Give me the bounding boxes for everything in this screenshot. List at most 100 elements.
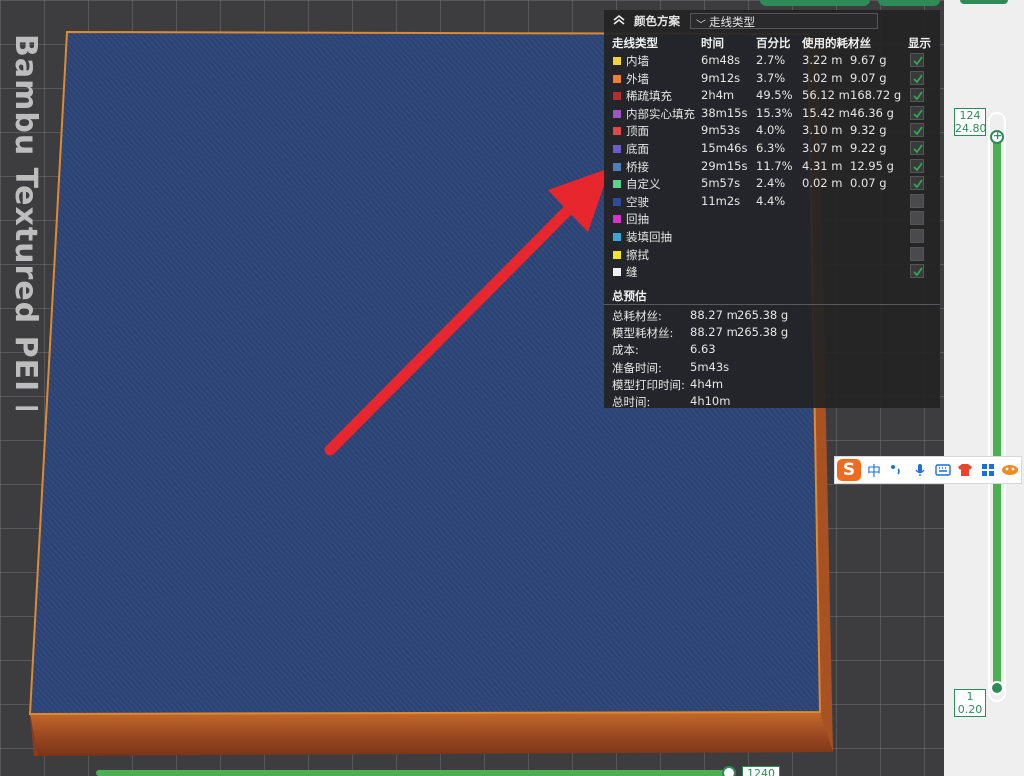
- color-swatch: [613, 74, 621, 83]
- estimate-value-secondary: 265.38 g: [737, 308, 789, 322]
- feature-filament-weight: 9.67 g: [850, 53, 887, 67]
- estimate-divider: [604, 304, 940, 305]
- legend-row: 顶面 9m53s 4.0% 3.10 m 9.32 g: [604, 122, 940, 140]
- feature-percent: 2.7%: [756, 53, 786, 67]
- feature-time: 9m53s: [701, 123, 741, 138]
- color-swatch: [613, 162, 621, 171]
- feature-time: 6m48s: [701, 53, 741, 67]
- ime-toolbar[interactable]: S 中: [834, 456, 1022, 484]
- feature-type-name: 缝: [626, 265, 638, 280]
- color-swatch: [613, 127, 621, 136]
- display-checkbox[interactable]: [910, 70, 924, 85]
- horizontal-move-slider[interactable]: [96, 770, 732, 776]
- legend-row: 稀疏填充 2h4m 49.5% 56.12 m 168.72 g: [604, 87, 940, 105]
- feature-filament-weight: 168.72 g: [850, 88, 902, 103]
- display-checkbox[interactable]: [910, 88, 924, 103]
- ime-language-toggle[interactable]: 中: [867, 461, 881, 481]
- feature-filament-weight: 0.07 g: [850, 176, 887, 191]
- column-header-filament: 使用的耗材丝: [802, 36, 871, 50]
- bottom-layer-label: 1 0.20: [954, 689, 986, 717]
- color-swatch: [613, 145, 621, 153]
- feature-percent: 4.4%: [756, 193, 786, 208]
- sogou-logo[interactable]: S: [837, 459, 861, 481]
- checkmark-icon: [913, 109, 923, 119]
- color-swatch: [613, 180, 621, 189]
- checkmark-icon: [913, 144, 923, 154]
- feature-filament-weight: 9.07 g: [850, 70, 887, 85]
- svg-text:Bambu Textured PEI Plate: Bambu Textured PEI Plate: [8, 34, 43, 410]
- horizontal-slider-label: 1240: [742, 766, 780, 776]
- checkmark-icon: [913, 162, 923, 171]
- display-checkbox[interactable]: [910, 229, 924, 243]
- estimate-label: 成本:: [612, 343, 639, 358]
- checkmark-icon: [913, 126, 923, 136]
- microphone-icon[interactable]: [913, 463, 927, 477]
- estimate-label: 总时间:: [612, 395, 651, 409]
- color-scheme-value: 走线类型: [709, 15, 755, 29]
- display-checkbox[interactable]: [910, 176, 924, 191]
- display-checkbox[interactable]: [910, 264, 924, 279]
- display-checkbox[interactable]: [910, 53, 924, 67]
- estimate-value: 5m43s: [690, 359, 730, 374]
- color-swatch: [613, 197, 621, 206]
- keyboard-icon[interactable]: [935, 463, 951, 477]
- color-swatch: [613, 92, 621, 101]
- color-swatch: [613, 109, 621, 118]
- toolbar-tab[interactable]: [960, 0, 1008, 4]
- 3d-viewport[interactable]: Bambu Textured PEI Plate 1240 颜色方案 ﹀ 走线类…: [0, 0, 944, 776]
- chevron-down-icon: ﹀: [696, 20, 706, 31]
- feature-type-name: 外墙: [626, 71, 649, 86]
- feature-filament-length: 3.02 m: [802, 70, 843, 85]
- feature-time: 2h4m: [701, 88, 735, 103]
- column-header-type: 走线类型: [612, 36, 658, 50]
- estimate-label: 总耗材丝:: [612, 309, 662, 323]
- bottom-layer-number: 1: [966, 690, 974, 703]
- legend-row: 底面 15m46s 6.3% 3.07 m 9.22 g: [604, 140, 940, 158]
- color-swatch: [613, 57, 621, 65]
- feature-time: 38m15s: [701, 105, 748, 120]
- legend-row: 回抽: [604, 210, 940, 228]
- feature-time: 11m2s: [701, 193, 741, 208]
- feature-filament-length: 0.02 m: [802, 176, 843, 191]
- feature-percent: 11.7%: [756, 158, 793, 173]
- color-swatch: [613, 215, 621, 224]
- feature-type-name: 空驶: [626, 194, 649, 209]
- feature-percent: 3.7%: [756, 70, 786, 85]
- column-header-percent: 百分比: [756, 36, 791, 50]
- toolbox-icon[interactable]: [981, 463, 995, 477]
- estimate-value: 88.27 m: [690, 308, 738, 322]
- mascot-icon[interactable]: [1001, 463, 1019, 477]
- punctuation-icon[interactable]: [889, 463, 903, 477]
- color-swatch: [613, 233, 621, 241]
- column-header-display: 显示: [908, 36, 931, 50]
- feature-time: 15m46s: [701, 141, 748, 155]
- feature-filament-length: 3.07 m: [802, 141, 843, 155]
- estimate-value: 4h10m: [690, 394, 731, 408]
- display-checkbox[interactable]: [910, 141, 924, 155]
- display-checkbox[interactable]: [910, 123, 924, 138]
- legend-row: 空驶 11m2s 4.4%: [604, 193, 940, 211]
- color-swatch: [613, 250, 621, 259]
- horizontal-slider-thumb[interactable]: [722, 766, 736, 776]
- feature-percent: 4.0%: [756, 123, 786, 138]
- collapse-chevron-icon[interactable]: [612, 13, 626, 27]
- display-checkbox[interactable]: [910, 105, 924, 120]
- skin-icon[interactable]: [957, 463, 973, 477]
- feature-percent: 2.4%: [756, 176, 786, 191]
- estimate-value: 4h4m: [690, 376, 724, 391]
- bottom-layer-thumb[interactable]: [990, 681, 1004, 695]
- display-checkbox[interactable]: [910, 193, 924, 208]
- feature-percent: 49.5%: [756, 88, 793, 103]
- layer-slider-track[interactable]: [993, 134, 1001, 688]
- checkmark-icon: [913, 56, 923, 66]
- plate-label: Bambu Textured PEI Plate: [8, 34, 43, 410]
- legend-row: 装填回抽: [604, 228, 940, 246]
- legend-row: 内墙 6m48s 2.7% 3.22 m 9.67 g: [604, 52, 940, 70]
- legend-row: 缝: [604, 263, 940, 281]
- feature-type-name: 装填回抽: [626, 230, 672, 244]
- color-scheme-select[interactable]: ﹀ 走线类型: [690, 13, 878, 31]
- display-checkbox[interactable]: [910, 158, 924, 173]
- display-checkbox[interactable]: [910, 211, 924, 226]
- display-checkbox[interactable]: [910, 246, 924, 261]
- top-layer-thumb[interactable]: +: [990, 129, 1004, 144]
